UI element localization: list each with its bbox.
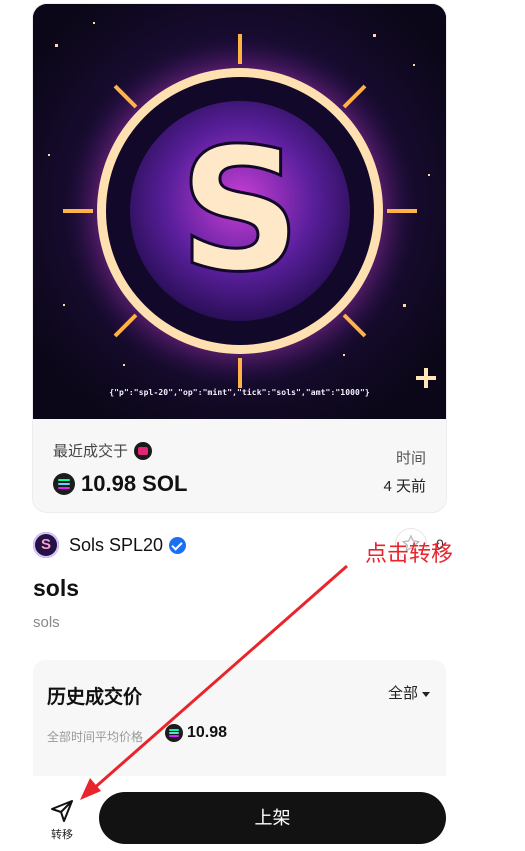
- verified-icon: [169, 536, 187, 554]
- transfer-button[interactable]: 转移: [40, 796, 84, 844]
- bottom-action-bar: 转移 上架: [0, 776, 525, 851]
- last-sale-price-row: 10.98 SOL: [53, 471, 187, 497]
- last-sale-label-row: 最近成交于: [53, 440, 153, 461]
- last-sale-panel: 最近成交于 10.98 SOL 时间 4 天前: [33, 419, 446, 512]
- average-price-value: 10.98: [187, 724, 228, 741]
- time-value: 4 天前: [383, 478, 426, 495]
- list-for-sale-button[interactable]: 上架: [99, 792, 446, 844]
- nft-inscription-caption: {"p":"spl-20","op":"mint","tick":"sols",…: [109, 388, 370, 397]
- time-label: 时间: [395, 450, 426, 467]
- average-price-row: 10.98: [165, 724, 227, 742]
- last-sale-price: 10.98 SOL: [81, 471, 188, 496]
- collection-name: Sols SPL20: [69, 534, 164, 555]
- annotation-text: 点击转移: [365, 541, 454, 566]
- transfer-label: 转移: [51, 829, 73, 841]
- nft-card: S {"p":"spl-20","op":"mint","tick":"sols…: [33, 4, 446, 512]
- collection-link[interactable]: S Sols SPL20: [33, 532, 187, 558]
- magic-eden-icon: [134, 441, 153, 460]
- caret-down-icon: [422, 691, 430, 697]
- token-title: sols: [33, 575, 80, 601]
- price-history-panel: 历史成交价 全部 全部时间平均价格 10.98: [33, 660, 446, 790]
- history-filter-dropdown[interactable]: 全部: [388, 682, 430, 703]
- sol-icon: [53, 473, 75, 495]
- last-sale-label: 最近成交于: [53, 443, 129, 460]
- history-title: 历史成交价: [47, 687, 143, 708]
- svg-text:S: S: [179, 112, 301, 310]
- collection-avatar: S: [33, 532, 59, 558]
- nft-image: S {"p":"spl-20","op":"mint","tick":"sols…: [33, 4, 446, 419]
- average-price-label: 全部时间平均价格: [47, 730, 144, 744]
- sol-icon: [165, 724, 183, 742]
- history-filter-label: 全部: [387, 685, 418, 702]
- send-icon: [51, 800, 73, 822]
- token-subtitle: sols: [33, 614, 60, 631]
